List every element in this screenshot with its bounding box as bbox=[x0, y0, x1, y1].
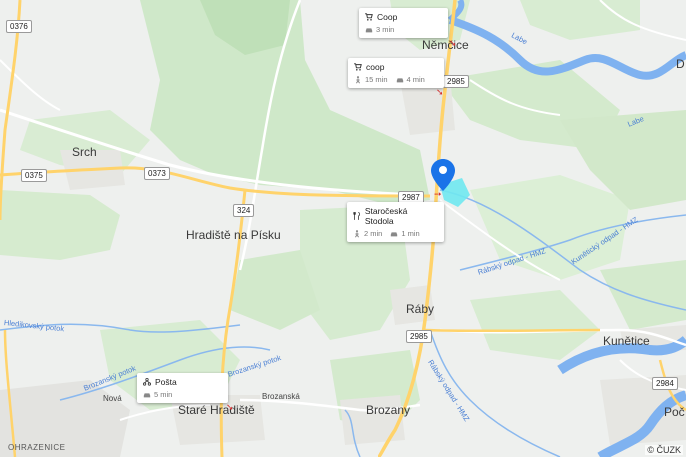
road-shield-0375: 0375 bbox=[21, 169, 47, 182]
road-shield-2985-south: 2985 bbox=[406, 330, 432, 343]
place-label-brozany: Brozany bbox=[366, 403, 411, 417]
place-label-poc: Poč bbox=[664, 405, 685, 419]
car-icon bbox=[365, 27, 373, 32]
poi-pointer-arrow-icon: ➘ bbox=[226, 403, 234, 413]
poi-pointer-arrow-icon: ➘ bbox=[449, 39, 457, 49]
poi-title: coop bbox=[366, 62, 385, 72]
car-icon bbox=[396, 77, 403, 82]
place-label-d: D bbox=[676, 57, 685, 71]
map-canvas[interactable]: Srch Hradiště na Písku Ráby Kunětice Sta… bbox=[0, 0, 686, 457]
road-shield-2985-north: 2985 bbox=[443, 75, 469, 88]
restaurant-icon bbox=[353, 212, 361, 220]
road-shield-0373: 0373 bbox=[144, 167, 170, 180]
walk-icon bbox=[355, 229, 359, 237]
poi-title: Pošta bbox=[155, 377, 177, 387]
road-shield-0376: 0376 bbox=[6, 20, 32, 33]
poi-card-posta[interactable]: Pošta 5 min bbox=[137, 373, 228, 403]
map-copyright: © ČUZK bbox=[645, 445, 683, 455]
place-label-raby: Ráby bbox=[406, 302, 435, 316]
place-label-kunetice: Kunětice bbox=[603, 334, 650, 348]
post-icon bbox=[143, 378, 151, 386]
place-label-nova: Nová bbox=[103, 394, 122, 403]
poi-card-coop-2[interactable]: coop 15 min 4 min bbox=[348, 58, 444, 88]
road-shield-324: 324 bbox=[233, 204, 255, 217]
location-marker-icon[interactable] bbox=[431, 159, 455, 191]
poi-title: Staročeská Stodola bbox=[364, 206, 408, 226]
place-label-nemcice: Němčice bbox=[422, 38, 469, 52]
place-label-stare-hradiste: Staré Hradiště bbox=[178, 403, 255, 417]
place-label-srch: Srch bbox=[72, 145, 97, 159]
poi-travel-time: 2 min bbox=[364, 229, 383, 238]
poi-travel-time: 1 min bbox=[401, 229, 420, 238]
place-label-hradiste: Hradiště na Písku bbox=[186, 228, 281, 242]
cart-icon bbox=[354, 63, 362, 71]
place-label-ohrazenice: OHRAZENICE bbox=[8, 443, 66, 452]
road-shield-2984: 2984 bbox=[652, 377, 678, 390]
poi-card-coop-1[interactable]: Coop 3 min bbox=[359, 8, 448, 38]
poi-travel-time: 5 min bbox=[154, 390, 173, 399]
street-label-brozanska: Brozanská bbox=[262, 392, 300, 401]
poi-pointer-arrow-icon: ➘ bbox=[436, 88, 444, 98]
poi-travel-time: 3 min bbox=[376, 25, 395, 34]
poi-travel-time: 15 min bbox=[365, 75, 388, 84]
poi-title: Coop bbox=[377, 12, 398, 22]
poi-pointer-arrow-icon: ➙ bbox=[434, 190, 442, 200]
map-base-layer bbox=[0, 0, 686, 457]
walk-icon bbox=[356, 75, 360, 83]
cart-icon bbox=[365, 13, 373, 21]
poi-card-staroceska-stodola[interactable]: Staročeská Stodola 2 min 1 min bbox=[347, 202, 444, 242]
car-icon bbox=[391, 231, 398, 236]
poi-travel-time: 4 min bbox=[406, 75, 425, 84]
car-icon bbox=[143, 392, 151, 397]
